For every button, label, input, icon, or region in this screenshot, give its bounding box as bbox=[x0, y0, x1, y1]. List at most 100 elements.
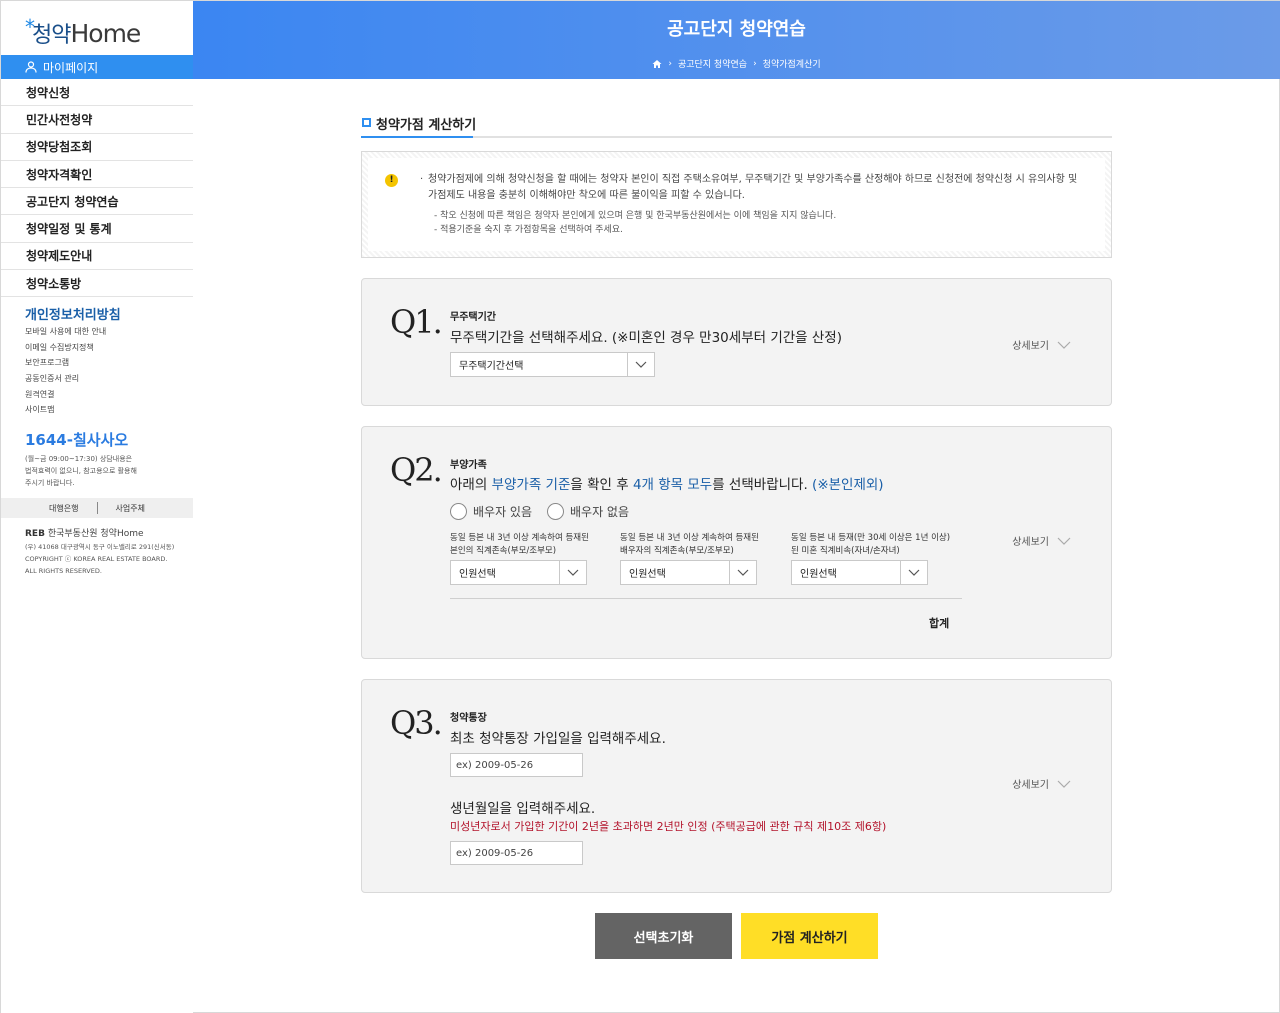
sidebar-menu: 청약신청 민간사전청약 청약당첨조회 청약자격확인 공고단지 청약연습 청약일정… bbox=[1, 79, 193, 298]
sidebar-item-guide[interactable]: 청약제도안내 bbox=[1, 243, 193, 271]
person-icon bbox=[25, 61, 37, 73]
logo-korean: 청약 bbox=[32, 23, 71, 48]
dependent-label-line: 배우자의 직계존속(부모/조부모) bbox=[620, 546, 734, 556]
radio-circle bbox=[547, 503, 564, 520]
question-text: 최초 청약통장 가입일을 입력해주세요. bbox=[450, 731, 666, 747]
breadcrumb-item[interactable]: 청약가점계산기 bbox=[763, 57, 821, 70]
sidebar-item-eligibility[interactable]: 청약자격확인 bbox=[1, 161, 193, 189]
notice-sub: - 착오 신청에 따른 책임은 청약자 본인에게 있으며 은행 및 한국부동산원… bbox=[434, 209, 836, 237]
chevron-right-icon: › bbox=[753, 58, 757, 69]
reb-logo: REB bbox=[25, 529, 45, 539]
chevron-right-icon: › bbox=[668, 58, 672, 69]
sidebar-item-community[interactable]: 청약소통방 bbox=[1, 270, 193, 298]
dependent-label: 동일 등본 내 등재(만 30세 이상은 1년 이상) 된 미혼 직계비속(자녀/… bbox=[791, 532, 950, 558]
sidebar-item-practice[interactable]: 공고단지 청약연습 bbox=[1, 188, 193, 216]
divider bbox=[96, 502, 98, 514]
total-label: 합계 bbox=[929, 617, 950, 630]
calculate-button[interactable]: 가점 계산하기 bbox=[741, 913, 878, 959]
call-note: (월~금 09:00~17:30) 상담내용은 법적효력이 없으니, 참고용으로… bbox=[25, 453, 165, 489]
dependent-label-line: 동일 등본 내 3년 이상 계속하여 등재된 bbox=[450, 533, 589, 543]
policy-link-security[interactable]: 보안프로그램 bbox=[25, 355, 106, 371]
question-number: Q1. bbox=[390, 303, 443, 341]
call-note-line: (월~금 09:00~17:30) 상담내용은 bbox=[25, 455, 133, 463]
dependent-label: 동일 등본 내 3년 이상 계속하여 등재된배우자의 직계존속(부모/조부모) bbox=[620, 532, 759, 558]
detail-toggle[interactable]: 상세보기 bbox=[1012, 533, 1071, 548]
birth-date-input[interactable]: ex) 2009-05-26 bbox=[450, 841, 583, 865]
home-icon[interactable] bbox=[652, 59, 662, 69]
call-note-line: 법적효력이 없으니, 참고용으로 활용해 bbox=[25, 467, 137, 475]
logo-english: Home bbox=[70, 19, 141, 48]
select-value: 인원선택 bbox=[800, 569, 837, 580]
question-1-box: Q1. 무주택기간 무주택기간을 선택해주세요. (※미혼인 경우 만30세부터… bbox=[361, 278, 1112, 406]
dependent-label-line: 동일 등본 내 3년 이상 계속하여 등재된 bbox=[620, 533, 759, 543]
footer-copyright: COPYRIGHT ⓒ KOREA REAL ESTATE BOARD. bbox=[25, 555, 168, 563]
detail-label: 상세보기 bbox=[1012, 780, 1049, 791]
dependent-label: 동일 등본 내 3년 이상 계속하여 등재된본인의 직계존속(부모/조부모) bbox=[450, 532, 589, 558]
select-value: 인원선택 bbox=[629, 569, 666, 580]
detail-toggle[interactable]: 상세보기 bbox=[1012, 337, 1071, 352]
notice-inner: ! · 청약가점제에 의해 청약신청을 할 때에는 청약자 본인이 직접 주택소… bbox=[368, 158, 1105, 251]
agent-bank-link[interactable]: 대행은행 bbox=[49, 503, 78, 514]
mypage-link[interactable]: 마이페이지 bbox=[1, 55, 193, 79]
mypage-label: 마이페이지 bbox=[43, 60, 99, 75]
radio-spouse-yes[interactable]: 배우자 있음 bbox=[450, 503, 532, 520]
own-parents-count-select[interactable]: 인원선택 bbox=[450, 560, 587, 585]
homeless-period-select[interactable]: 무주택기간선택 bbox=[450, 352, 655, 377]
sidebar-item-win-check[interactable]: 청약당첨조회 bbox=[1, 134, 193, 161]
text-highlight: (※본인제외) bbox=[812, 477, 884, 493]
policy-link-email[interactable]: 이메일 수집방지정책 bbox=[25, 340, 106, 356]
policy-link-sitemap[interactable]: 사이트맵 bbox=[25, 402, 106, 418]
sidebar-item-schedule[interactable]: 청약일정 및 통계 bbox=[1, 215, 193, 243]
square-icon bbox=[362, 118, 371, 127]
section-title: 청약가점 계산하기 bbox=[376, 118, 477, 133]
logo[interactable]: *청약Home bbox=[25, 15, 141, 49]
sidebar-item-apply[interactable]: 청약신청 bbox=[1, 79, 193, 107]
radio-circle bbox=[450, 503, 467, 520]
footer-text: (우) 41068 대구광역시 동구 이노밸리로 291(신서동) COPYRI… bbox=[25, 541, 174, 577]
warning-icon: ! bbox=[385, 174, 398, 187]
spouse-parents-count-select[interactable]: 인원선택 bbox=[620, 560, 757, 585]
reset-button[interactable]: 선택초기화 bbox=[595, 913, 732, 959]
text-part: 을 확인 후 bbox=[570, 477, 633, 493]
policy-link-certificate[interactable]: 공동인증서 관리 bbox=[25, 371, 106, 387]
breadcrumb-item[interactable]: 공고단지 청약연습 bbox=[678, 57, 747, 70]
dependent-label-line: 본인의 직계존속(부모/조부모) bbox=[450, 546, 557, 556]
footer-home-logo: 청약Home bbox=[100, 529, 144, 539]
detail-label: 상세보기 bbox=[1012, 341, 1049, 352]
notice-box: ! · 청약가점제에 의해 청약신청을 할 때에는 청약자 본인이 직접 주택소… bbox=[361, 151, 1112, 258]
notice-sub-line: - 착오 신청에 따른 책임은 청약자 본인에게 있으며 은행 및 한국부동산원… bbox=[434, 211, 837, 221]
divider bbox=[450, 598, 962, 599]
chevron-down-icon bbox=[1057, 780, 1071, 788]
question-text: 아래의 부양가족 기준을 확인 후 4개 항목 모두를 선택바랍니다. (※본인… bbox=[450, 473, 884, 493]
privacy-policy-link[interactable]: 개인정보처리방침 bbox=[25, 304, 121, 323]
detail-label: 상세보기 bbox=[1012, 537, 1049, 548]
footer-links: 대행은행 사업주체 bbox=[1, 498, 193, 518]
select-value: 무주택기간선택 bbox=[459, 361, 524, 372]
section-heading: 청약가점 계산하기 bbox=[361, 114, 1112, 138]
question-text: 생년월일을 입력해주세요. bbox=[450, 801, 596, 817]
call-note-line: 주시기 바랍니다. bbox=[25, 479, 75, 487]
section-underline bbox=[361, 136, 473, 138]
account-join-date-input[interactable]: ex) 2009-05-26 bbox=[450, 753, 583, 777]
dependent-label-line: 동일 등본 내 등재(만 30세 이상은 1년 이상) bbox=[791, 533, 951, 543]
footer-logo: REB 한국부동산원 청약Home bbox=[25, 526, 144, 539]
footer-rights: ALL RIGHTS RESERVED. bbox=[25, 567, 102, 575]
business-entity-link[interactable]: 사업주체 bbox=[116, 503, 145, 514]
radio-spouse-no[interactable]: 배우자 없음 bbox=[547, 503, 629, 520]
logo-star: * bbox=[25, 15, 35, 39]
policy-link-mobile[interactable]: 모바일 사용에 대한 안내 bbox=[25, 324, 106, 340]
text-part: 를 선택바랍니다. bbox=[712, 477, 813, 493]
chevron-down-icon bbox=[729, 561, 756, 584]
sidebar: *청약Home 마이페이지 청약신청 민간사전청약 청약당첨조회 청약자격확인 … bbox=[1, 1, 193, 1013]
policy-link-remote[interactable]: 원격연결 bbox=[25, 387, 106, 403]
children-count-select[interactable]: 인원선택 bbox=[791, 560, 928, 585]
bullet: · bbox=[420, 174, 424, 185]
page-header: 공고단지 청약연습 › 공고단지 청약연습 › 청약가점계산기 bbox=[193, 1, 1280, 79]
text-highlight: 4개 항목 모두 bbox=[632, 477, 713, 493]
chevron-down-icon bbox=[1057, 537, 1071, 545]
call-number: 1644-칠사사오 bbox=[25, 431, 129, 449]
dependent-criteria-link[interactable]: 부양가족 기준 bbox=[492, 477, 571, 493]
detail-toggle[interactable]: 상세보기 bbox=[1012, 776, 1071, 791]
notice-sub-line: - 적용기준을 숙지 후 가점항목을 선택하여 주세요. bbox=[434, 225, 623, 235]
sidebar-item-private-pre[interactable]: 민간사전청약 bbox=[1, 106, 193, 134]
